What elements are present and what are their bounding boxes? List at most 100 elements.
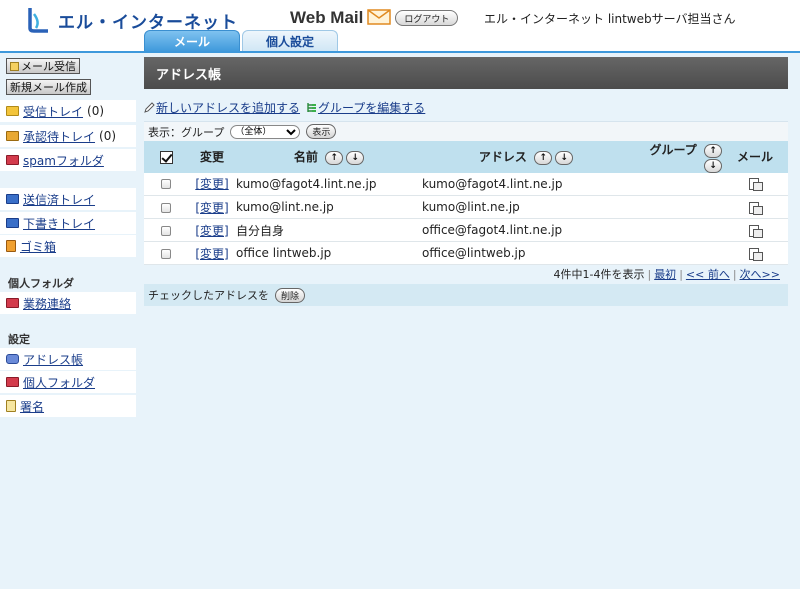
sort-desc-button[interactable]: ↓: [555, 150, 574, 165]
personal-folders-heading: 個人フォルダ: [8, 277, 74, 290]
edit-link[interactable]: [変更]: [195, 224, 228, 238]
filter-label: 表示：グループ: [148, 125, 225, 139]
sidebar-item-inbox[interactable]: 受信トレイ (0): [0, 100, 136, 122]
sidebar-item-label[interactable]: spamフォルダ: [23, 152, 104, 169]
delete-button[interactable]: 削除: [275, 287, 306, 303]
page-title: アドレス帳: [144, 57, 788, 89]
table-row: [変更] kumo@fagot4.lint.ne.jp kumo@fagot4.…: [144, 172, 788, 196]
action-links: 新しいアドレスを追加する グループを編集する: [144, 99, 788, 115]
folder-icon: [6, 106, 19, 116]
column-address: アドレス: [478, 150, 527, 165]
row-edit-cell: [変更]: [188, 242, 236, 265]
sidebar-item-drafts[interactable]: 下書きトレイ: [0, 212, 136, 234]
compose-mail-icon[interactable]: [749, 247, 763, 261]
edit-link[interactable]: [変更]: [195, 177, 228, 191]
row-group: [630, 173, 722, 196]
row-group: [630, 219, 722, 242]
tab-personal-settings[interactable]: 個人設定: [242, 30, 338, 52]
sort-asc-button[interactable]: ↑: [704, 143, 722, 158]
row-name: kumo@fagot4.lint.ne.jp: [236, 176, 377, 191]
edit-group-link[interactable]: グループを編集する: [318, 99, 425, 116]
sidebar-item-business[interactable]: 業務連絡: [0, 292, 136, 314]
select-all-checkbox[interactable]: [159, 150, 173, 164]
folder-icon: [6, 194, 19, 204]
address-table: 変更 名前 ↑ ↓ アドレス ↑ ↓ グループ ↑↓ メール [変更] kumo…: [144, 141, 788, 265]
pager-prev-link[interactable]: << 前へ: [686, 266, 730, 282]
row-select-cell: [144, 242, 188, 265]
row-checkbox[interactable]: [161, 202, 171, 213]
sidebar-item-trash[interactable]: ゴミ箱: [0, 235, 136, 257]
pager-next-link[interactable]: 次へ>>: [740, 266, 780, 282]
row-checkbox[interactable]: [161, 248, 171, 259]
row-mail-cell: [722, 242, 788, 265]
pager-separator: |: [732, 267, 737, 281]
group-filter: 表示：グループ （全体） 表示: [144, 121, 788, 141]
sidebar-item-personal-folder-settings[interactable]: 個人フォルダ: [0, 371, 136, 393]
sidebar-item-address-book[interactable]: アドレス帳: [0, 348, 136, 370]
row-select-cell: [144, 219, 188, 242]
main-tabs: メール 個人設定: [144, 30, 340, 52]
column-mail: メール: [736, 150, 773, 165]
compose-mail-icon[interactable]: [749, 201, 763, 215]
row-mail-cell: [722, 196, 788, 219]
show-button[interactable]: 表示: [306, 124, 337, 139]
row-select-cell: [144, 173, 188, 196]
row-checkbox[interactable]: [161, 179, 171, 190]
bulk-action-label: チェックしたアドレスを: [148, 289, 269, 302]
sidebar-item-label[interactable]: 承認待トレイ: [23, 128, 95, 145]
sort-asc-button[interactable]: ↑: [534, 150, 553, 165]
select-all-header: [144, 141, 188, 173]
tab-mail[interactable]: メール: [144, 30, 240, 52]
sidebar-item-label[interactable]: 受信トレイ: [23, 103, 83, 120]
add-address-link[interactable]: 新しいアドレスを追加する: [156, 99, 300, 116]
folder-open-icon: [6, 131, 19, 141]
sidebar-item-sent[interactable]: 送信済トレイ: [0, 188, 136, 210]
folder-icon: [6, 218, 19, 228]
unread-count: (0): [99, 129, 117, 143]
webmail-title-area: Web Mail ログアウト: [290, 8, 459, 28]
table-header-row: 変更 名前 ↑ ↓ アドレス ↑ ↓ グループ ↑↓ メール: [144, 141, 788, 173]
row-edit-cell: [変更]: [188, 219, 236, 242]
row-mail-cell: [722, 173, 788, 196]
column-group: グループ: [649, 143, 697, 157]
sidebar-item-spam[interactable]: spamフォルダ: [0, 149, 136, 171]
pager-first-link[interactable]: 最初: [654, 266, 676, 282]
row-address: office@fagot4.lint.ne.jp: [422, 223, 563, 237]
row-name: kumo@lint.ne.jp: [236, 200, 334, 214]
row-edit-cell: [変更]: [188, 196, 236, 219]
sort-desc-button[interactable]: ↓: [704, 158, 722, 173]
row-checkbox[interactable]: [161, 225, 171, 236]
edit-link[interactable]: [変更]: [195, 201, 228, 215]
receive-mail-button[interactable]: メール受信: [6, 58, 80, 74]
sort-asc-button[interactable]: ↑: [325, 150, 344, 165]
sidebar-item-label[interactable]: 個人フォルダ: [23, 374, 95, 391]
group-select[interactable]: （全体）: [230, 124, 301, 139]
row-address: kumo@lint.ne.jp: [422, 200, 520, 214]
sidebar-item-label[interactable]: 下書きトレイ: [23, 215, 95, 232]
sidebar-item-signature[interactable]: 署名: [0, 395, 136, 417]
edit-link[interactable]: [変更]: [195, 247, 228, 261]
sidebar-item-label[interactable]: 送信済トレイ: [23, 191, 95, 208]
sort-desc-button[interactable]: ↓: [346, 150, 365, 165]
unread-count: (0): [87, 104, 105, 118]
signature-icon: [6, 400, 16, 412]
compose-mail-icon[interactable]: [749, 224, 763, 238]
sidebar-item-label[interactable]: アドレス帳: [23, 351, 83, 368]
user-name: エル・インターネット lintwebサーバ担当さん: [484, 12, 736, 26]
pager-separator: |: [647, 267, 652, 281]
table-row: [変更] kumo@lint.ne.jp kumo@lint.ne.jp: [144, 195, 788, 219]
sidebar-item-label[interactable]: ゴミ箱: [20, 238, 56, 255]
receive-mail-label: メール受信: [21, 60, 76, 73]
logout-button[interactable]: ログアウト: [395, 10, 459, 26]
compose-mail-button[interactable]: 新規メール作成: [6, 79, 91, 95]
sidebar-item-pending[interactable]: 承認待トレイ (0): [0, 125, 136, 147]
address-book-icon: [6, 354, 19, 364]
table-row: [変更] office lintweb.jp office@lintweb.jp: [144, 241, 788, 265]
sidebar-item-label[interactable]: 署名: [20, 398, 44, 415]
compose-mail-icon[interactable]: [749, 178, 763, 192]
sidebar-item-label[interactable]: 業務連絡: [23, 295, 71, 312]
pencil-icon: [144, 101, 155, 113]
app-header: エル・インターネット Web Mail ログアウト エル・インターネット lin…: [0, 0, 800, 53]
bulk-action-bar: チェックしたアドレスを 削除: [144, 284, 788, 306]
row-address: office@lintweb.jp: [422, 246, 526, 260]
